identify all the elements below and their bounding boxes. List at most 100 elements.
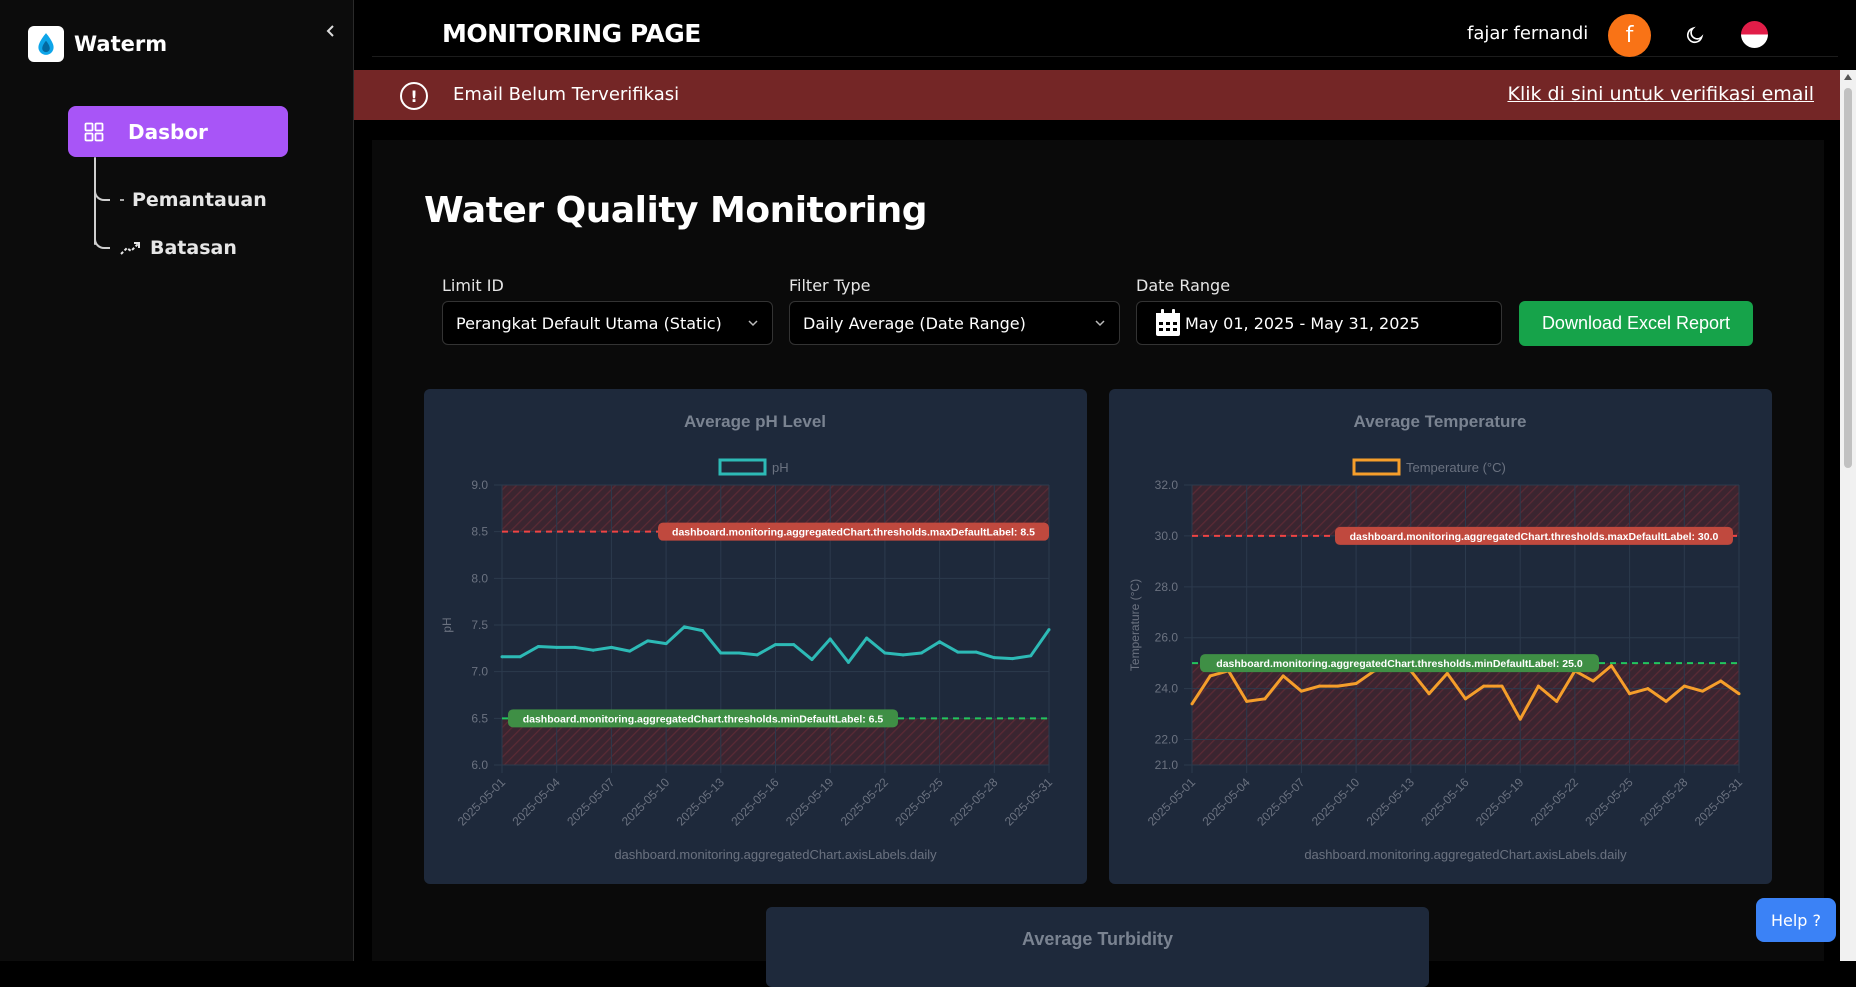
x-tick-label: 2025-05-10 <box>1309 775 1363 829</box>
main-content: Water Quality Monitoring Limit ID Perang… <box>372 140 1824 987</box>
data-point <box>1536 684 1540 688</box>
max-threshold-label: dashboard.monitoring.aggregatedChart.thr… <box>672 527 1035 539</box>
sidebar-item-pemantauan[interactable]: Pemantauan <box>120 189 267 211</box>
y-tick-label: 8.5 <box>471 525 488 539</box>
legend-label: pH <box>772 460 789 475</box>
legend-swatch <box>718 458 767 476</box>
tree-branch <box>94 185 110 201</box>
x-tick-label: 2025-05-31 <box>1692 775 1746 829</box>
scroll-thumb[interactable] <box>1844 88 1852 468</box>
data-point <box>609 645 613 649</box>
data-point <box>1318 684 1322 688</box>
x-tick-label: 2025-05-13 <box>1364 775 1418 829</box>
data-point <box>1464 697 1467 701</box>
collapse-sidebar-button[interactable] <box>320 20 342 42</box>
date-range-input[interactable]: May 01, 2025 - May 31, 2025 <box>1136 301 1502 345</box>
data-point <box>956 650 960 654</box>
limit-id-label: Limit ID <box>442 276 504 295</box>
data-point <box>719 651 723 655</box>
turbidity-chart-card: Average Turbidity <box>766 907 1429 987</box>
x-tick-label: 2025-05-01 <box>455 775 509 829</box>
avatar[interactable]: f <box>1608 14 1651 57</box>
filter-type-value: Daily Average (Date Range) <box>803 313 1026 333</box>
data-point <box>1047 628 1051 632</box>
data-point <box>555 645 559 649</box>
theme-toggle-button[interactable] <box>1682 22 1708 48</box>
y-tick-label: 28.0 <box>1155 580 1179 594</box>
download-excel-button[interactable]: Download Excel Report <box>1519 301 1753 346</box>
data-point <box>664 642 668 646</box>
y-axis-label: Temperature (°C) <box>1128 579 1142 671</box>
data-point <box>774 643 777 647</box>
x-tick-label: 2025-05-28 <box>947 775 1001 829</box>
data-point <box>974 650 978 654</box>
chevron-down-icon <box>1095 320 1105 327</box>
top-bar: MONITORING PAGE fajar fernandi f <box>372 13 1838 57</box>
y-axis-label: pH <box>440 617 454 632</box>
verify-email-link[interactable]: Klik di sini untuk verifikasi email <box>1507 83 1814 105</box>
page-title: MONITORING PAGE <box>442 19 701 48</box>
data-point <box>919 651 923 655</box>
filter-type-select[interactable]: Daily Average (Date Range) <box>789 301 1120 345</box>
temperature-chart-card: Average Temperature Temperature (°C) 32.0 3… <box>1109 389 1772 884</box>
data-point <box>1029 654 1033 658</box>
x-axis-label: dashboard.monitoring.aggregatedChart.axi… <box>1304 847 1627 862</box>
chevron-down-icon <box>748 320 758 327</box>
y-tick-label: 30.0 <box>1155 529 1179 543</box>
sidebar-item-label: Dasbor <box>128 119 208 144</box>
grid-icon <box>84 122 104 141</box>
legend-label: Temperature (°C) <box>1406 460 1506 475</box>
filter-type-label: Filter Type <box>789 276 871 295</box>
y-tick-label: 8.0 <box>471 571 488 585</box>
data-point <box>1500 684 1504 688</box>
y-tick-label: 6.0 <box>471 758 488 772</box>
scrollbar[interactable] <box>1840 70 1856 961</box>
data-point <box>755 653 759 657</box>
data-point <box>1719 679 1723 683</box>
temperature-chart: Average Temperature Temperature (°C) 32.0 3… <box>1128 412 1746 862</box>
data-point <box>1299 689 1303 693</box>
min-threshold-label: dashboard.monitoring.aggregatedChart.thr… <box>1216 658 1583 670</box>
moon-icon <box>1686 26 1704 44</box>
sidebar-item-batasan[interactable]: Batasan <box>120 237 237 259</box>
help-button[interactable]: Help ? <box>1756 898 1836 942</box>
min-threshold-label: dashboard.monitoring.aggregatedChart.thr… <box>523 713 884 725</box>
x-tick-label: 2025-05-16 <box>728 775 782 829</box>
limit-id-select[interactable]: Perangkat Default Utama (Static) <box>442 301 773 345</box>
x-tick-label: 2025-05-10 <box>619 775 673 829</box>
x-tick-label: 2025-05-13 <box>674 775 728 829</box>
data-point <box>1427 692 1431 696</box>
x-tick-label: 2025-05-07 <box>1254 775 1308 829</box>
legend-swatch <box>1352 458 1401 476</box>
data-point <box>1737 692 1741 696</box>
data-point <box>1591 679 1595 683</box>
data-point <box>883 651 887 655</box>
data-point <box>1263 697 1267 701</box>
data-point <box>1518 717 1522 721</box>
dash-icon <box>120 199 124 201</box>
data-point <box>1701 689 1705 693</box>
brand[interactable]: Waterm <box>28 26 167 62</box>
x-tick-label: 2025-05-22 <box>838 775 892 829</box>
data-point <box>682 625 686 629</box>
y-tick-label: 32.0 <box>1155 478 1179 492</box>
data-point <box>573 645 577 649</box>
x-tick-label: 2025-05-04 <box>510 775 564 829</box>
sidebar: Waterm Dasbor Pemantauan Batasan <box>0 0 354 961</box>
chevron-left-icon <box>326 25 334 37</box>
language-flag-icon[interactable] <box>1741 21 1768 48</box>
data-point <box>828 637 832 641</box>
scroll-up-arrow-icon[interactable] <box>1844 74 1852 80</box>
y-tick-label: 22.0 <box>1155 733 1179 747</box>
email-verification-banner: ! Email Belum Terverifikasi Klik di sini… <box>354 70 1840 120</box>
data-point <box>701 629 705 633</box>
y-tick-label: 7.5 <box>471 618 488 632</box>
data-point <box>1336 684 1340 688</box>
sidebar-item-dasbor[interactable]: Dasbor <box>68 106 288 157</box>
y-tick-label: 26.0 <box>1155 631 1179 645</box>
chart-title: Average Turbidity <box>1021 929 1174 949</box>
ph-chart-card: Average pH Level pH 9.0 8.5 8.0 7.5 7.0 6.5 6.0 2… <box>424 389 1087 884</box>
calendar-icon <box>1156 309 1180 336</box>
data-point <box>591 648 595 652</box>
y-tick-label: 24.0 <box>1155 682 1179 696</box>
